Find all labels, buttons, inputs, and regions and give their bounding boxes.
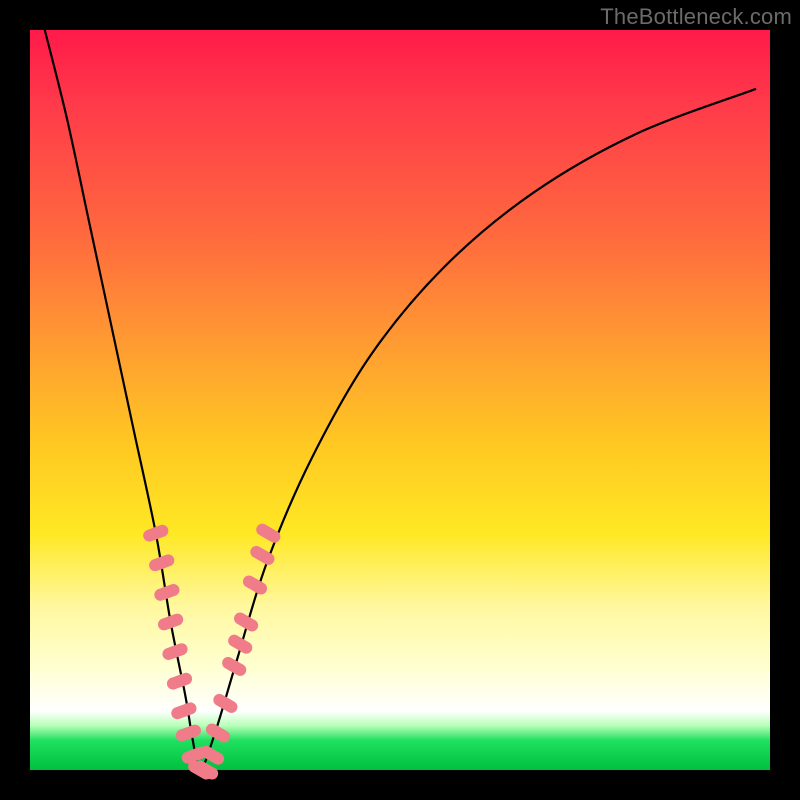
marker-capsule [254, 522, 283, 545]
marker-capsule [142, 523, 171, 543]
marker-capsule [170, 701, 199, 721]
chart-frame [30, 30, 770, 770]
marker-capsule [241, 573, 270, 596]
chart-svg [30, 30, 770, 770]
marker-capsule [174, 723, 203, 743]
marker-capsule [220, 655, 249, 678]
marker-capsule [156, 612, 185, 632]
marker-capsule [165, 671, 194, 691]
watermark-text: TheBottleneck.com [600, 4, 792, 30]
bottleneck-curve [45, 30, 755, 770]
